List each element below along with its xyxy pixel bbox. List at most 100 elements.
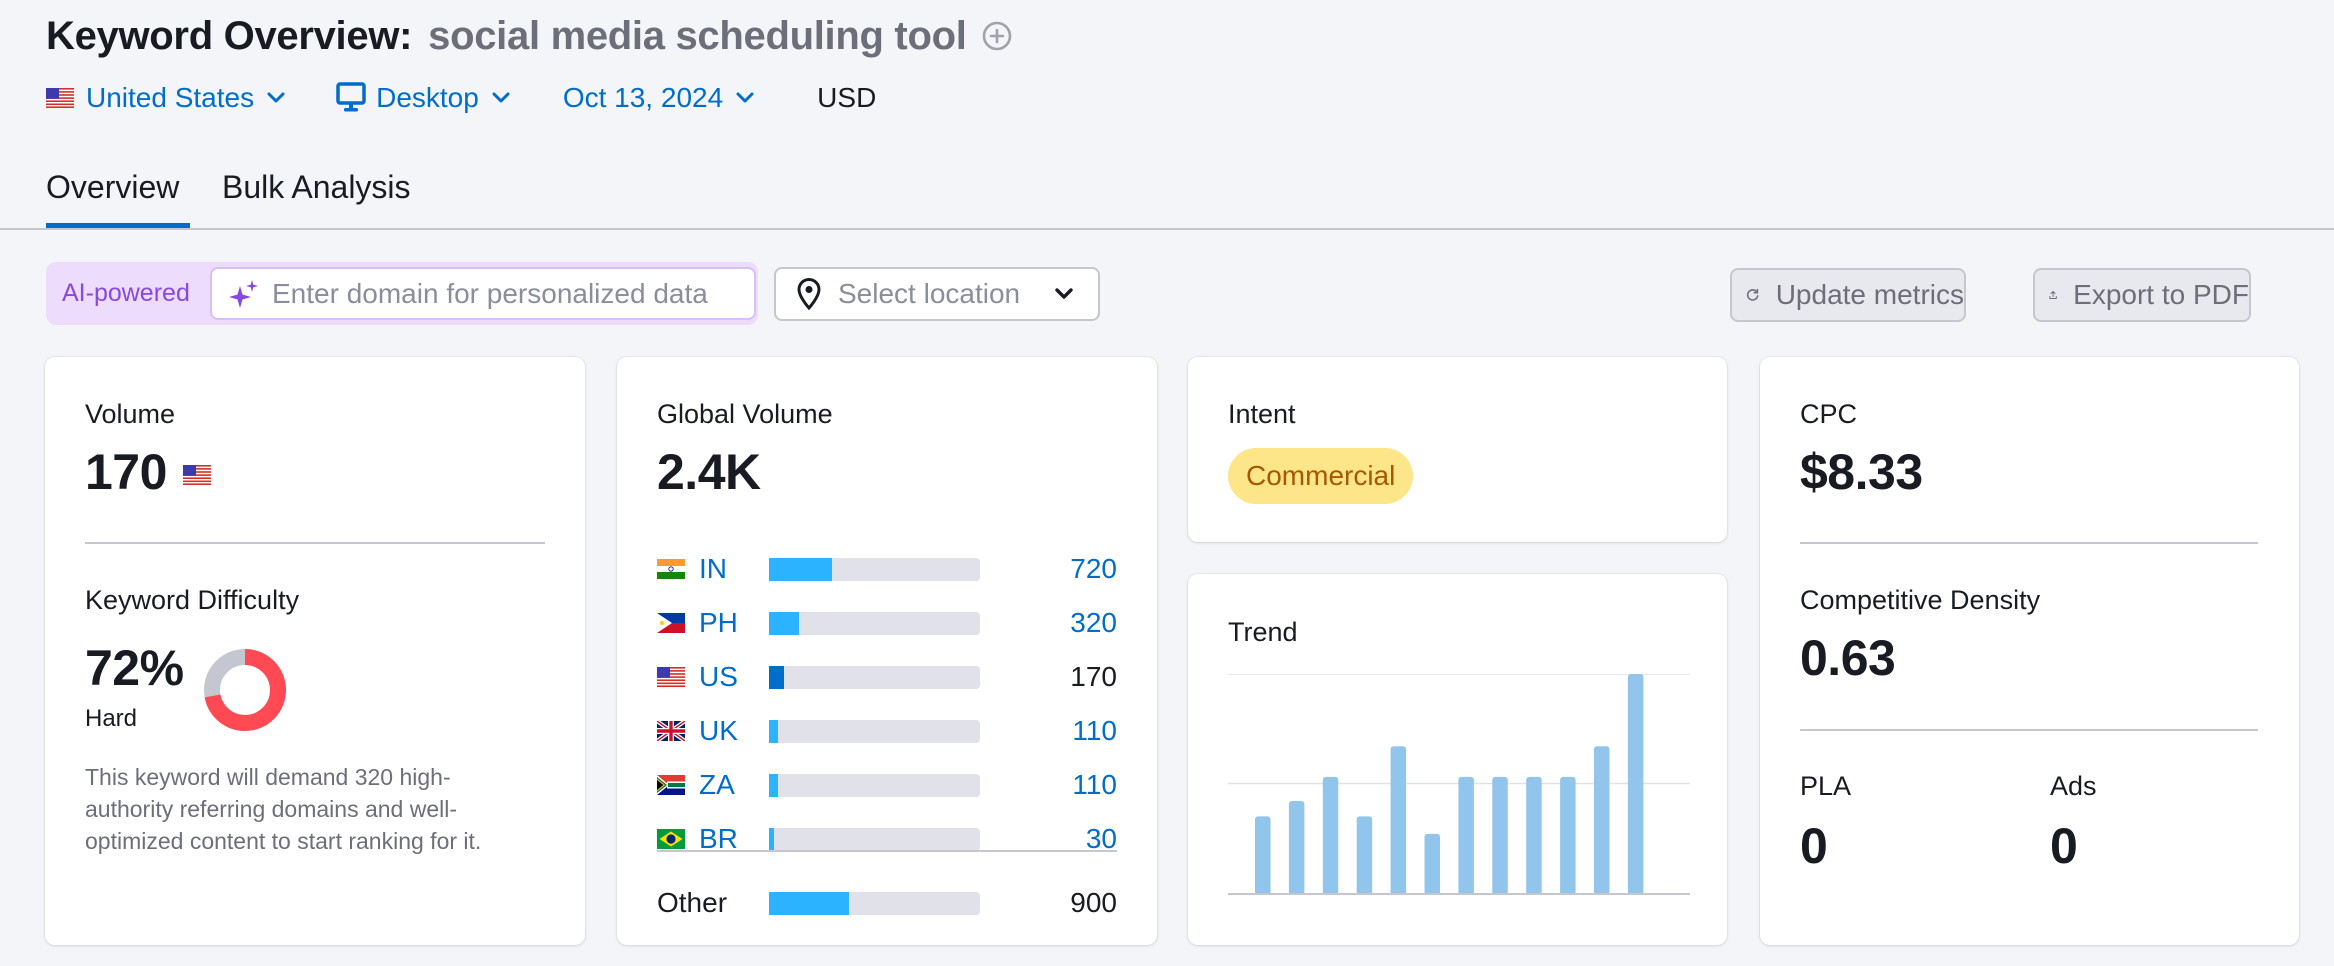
tab-bulk-analysis[interactable]: Bulk Analysis [222, 160, 411, 230]
flag-in-icon [657, 559, 685, 579]
ai-powered-label: AI-powered [62, 279, 190, 307]
keyword-text: social media scheduling tool [428, 13, 967, 58]
country-code[interactable]: PH [699, 607, 769, 639]
volume-bar-track [769, 773, 980, 797]
trend-bar[interactable] [1627, 674, 1644, 895]
trend-bar[interactable] [1458, 776, 1474, 895]
country-row-in: IN 720 [657, 553, 1117, 585]
country-row-other: Other 900 [657, 887, 1117, 918]
trend-bar[interactable] [1424, 833, 1441, 895]
trend-bar[interactable] [1288, 801, 1305, 895]
flag-za-icon [657, 775, 685, 795]
trend-card: Trend [1188, 574, 1727, 945]
trend-label: Trend [1228, 617, 1298, 647]
global-volume-value: 2.4K [657, 444, 761, 500]
keyword-difficulty-label: Keyword Difficulty [85, 585, 300, 615]
volume-bar-fill [769, 891, 850, 915]
pla-value: 0 [1800, 818, 1828, 874]
volume-bar-track [769, 891, 980, 915]
page-header: Keyword Overview: social media schedulin… [46, 10, 1013, 62]
country-volume: 170 [1070, 661, 1117, 692]
export-pdf-button[interactable]: Export to PDF [2033, 268, 2251, 322]
tabs-divider [0, 228, 2334, 230]
volume-bar-fill [769, 665, 784, 689]
date-dropdown[interactable]: Oct 13, 2024 [563, 82, 755, 114]
tab-overview[interactable]: Overview [46, 160, 190, 230]
desktop-icon [336, 82, 366, 112]
country-volume[interactable]: 320 [1070, 607, 1117, 639]
country-code[interactable]: UK [699, 715, 769, 747]
divider [85, 542, 545, 544]
domain-input-box[interactable] [210, 267, 756, 320]
refresh-icon [1746, 288, 1759, 301]
tab-bar: Overview Bulk Analysis [46, 160, 411, 230]
update-metrics-label: Update metrics [1775, 279, 1964, 310]
database-controls: United States Desktop Oct 13, 2024 USD [46, 78, 876, 118]
device-label: Desktop [376, 82, 479, 113]
country-row-ph: PH 320 [657, 607, 1117, 639]
country-volume[interactable]: 110 [1072, 769, 1117, 801]
trend-bar[interactable] [1560, 776, 1576, 895]
flag-us-icon [182, 465, 211, 485]
keyword-difficulty-donut [204, 649, 286, 731]
flag-us-icon [46, 88, 74, 108]
intent-label: Intent [1228, 399, 1296, 429]
chevron-down-icon [736, 92, 754, 103]
domain-input[interactable] [272, 277, 742, 310]
country-code[interactable]: ZA [699, 769, 769, 801]
chevron-down-icon [267, 92, 285, 103]
country-volume[interactable]: 720 [1070, 553, 1117, 585]
cpc-value: $8.33 [1800, 444, 1923, 500]
plus-circle-icon[interactable] [981, 20, 1013, 52]
country-row-us: US 170 [657, 661, 1117, 692]
flag-br-icon [657, 829, 685, 849]
cpc-label: CPC [1800, 399, 1858, 429]
trend-bar[interactable] [1356, 816, 1373, 895]
volume-value: 170 [85, 444, 167, 500]
trend-bar[interactable] [1322, 776, 1339, 895]
divider [1800, 729, 2258, 731]
other-label: Other [657, 887, 728, 918]
competitive-density-value: 0.63 [1800, 630, 1896, 686]
country-volume[interactable]: 110 [1072, 715, 1117, 747]
upload-icon [2049, 291, 2057, 299]
divider [1800, 542, 2258, 544]
trend-bar[interactable] [1492, 776, 1508, 895]
update-metrics-button[interactable]: Update metrics [1730, 268, 1966, 322]
location-select[interactable]: Select location [774, 267, 1100, 321]
global-volume-label: Global Volume [657, 399, 833, 429]
volume-bar-track [769, 557, 980, 581]
intent-card: Intent Commercial [1188, 357, 1727, 542]
page-title: Keyword Overview: [46, 13, 413, 58]
country-code[interactable]: IN [699, 553, 769, 585]
country-dropdown[interactable]: United States [46, 82, 286, 114]
country-row-za: ZA 110 [657, 769, 1117, 801]
cpc-card: CPC $8.33 Competitive Density 0.63 PLA 0… [1760, 357, 2299, 945]
flag-us-icon [657, 667, 685, 687]
date-label: Oct 13, 2024 [562, 82, 724, 113]
location-placeholder: Select location [838, 278, 1021, 309]
country-row-uk: UK 110 [657, 715, 1117, 747]
flag-uk-icon [657, 721, 685, 741]
ai-domain-field: AI-powered [46, 262, 758, 325]
trend-chart [1228, 674, 1690, 895]
trend-bar[interactable] [1390, 746, 1407, 895]
keyword-difficulty-description: This keyword will demand 320 high-author… [85, 764, 482, 854]
trend-bar[interactable] [1526, 776, 1542, 895]
volume-value-row: 170 [85, 443, 211, 501]
trend-bar[interactable] [1255, 816, 1271, 895]
trend-bar[interactable] [1594, 746, 1610, 895]
volume-bar-fill [769, 827, 775, 851]
volume-bar-fill [769, 611, 799, 635]
ads-label: Ads [2050, 771, 2097, 801]
divider [657, 850, 1117, 852]
global-volume-card: Global Volume 2.4K IN 720 PH 320 US 170 UK 110 Z… [617, 357, 1157, 945]
currency-label: USD [817, 82, 877, 113]
chevron-down-icon [1055, 288, 1073, 299]
device-dropdown[interactable]: Desktop [336, 82, 511, 114]
other-volume: 900 [1070, 887, 1117, 918]
pla-label: PLA [1800, 771, 1852, 801]
location-pin-icon [797, 278, 821, 311]
ads-value: 0 [2050, 818, 2078, 874]
sparkle-icon [229, 279, 258, 308]
